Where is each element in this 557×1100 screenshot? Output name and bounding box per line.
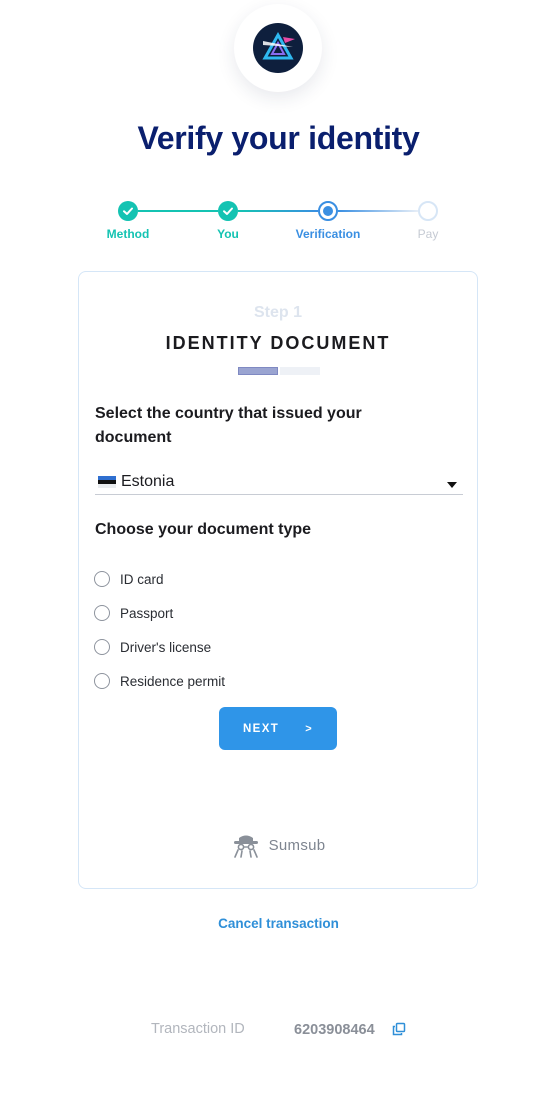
card-heading: IDENTITY DOCUMENT bbox=[165, 333, 391, 353]
radio-button[interactable] bbox=[94, 605, 110, 621]
next-arrow-icon: > bbox=[305, 722, 314, 735]
step-method-check-icon bbox=[118, 201, 138, 221]
document-type-question: Choose your document type bbox=[95, 521, 312, 538]
sumsub-logo-icon bbox=[233, 835, 258, 858]
country-select-value: Estonia bbox=[121, 473, 175, 490]
step-label-you: You bbox=[217, 227, 239, 241]
chevron-down-icon[interactable] bbox=[447, 482, 457, 488]
document-type-options: ID card Passport Driver's license Reside… bbox=[94, 562, 225, 698]
step-label-method: Method bbox=[106, 227, 150, 241]
doc-type-option-passport[interactable]: Passport bbox=[94, 596, 225, 630]
progress-segment-active bbox=[238, 367, 278, 375]
cancel-transaction-link[interactable]: Cancel transaction bbox=[0, 916, 557, 931]
country-select[interactable]: Estonia bbox=[95, 470, 463, 495]
estonia-flag-icon bbox=[98, 476, 116, 488]
step-label-verification: Verification bbox=[295, 227, 361, 241]
next-button-label: NEXT bbox=[242, 722, 280, 735]
powered-by-label: Sumsub bbox=[268, 836, 326, 854]
doc-type-label: Residence permit bbox=[120, 673, 226, 689]
stepper-connector bbox=[238, 210, 318, 212]
step-you-check-icon bbox=[218, 201, 238, 221]
next-button[interactable]: NEXT > bbox=[219, 707, 337, 750]
step-pay-pending-icon bbox=[418, 201, 438, 221]
copy-icon[interactable] bbox=[392, 1022, 406, 1036]
transaction-id-label: Transaction ID bbox=[151, 1021, 245, 1037]
doc-type-label: Driver's license bbox=[120, 639, 212, 655]
stepper-connector bbox=[138, 210, 218, 212]
brand-logo-icon bbox=[253, 23, 303, 73]
radio-button[interactable] bbox=[94, 639, 110, 655]
brand-logo bbox=[234, 4, 322, 92]
doc-type-option-residence-permit[interactable]: Residence permit bbox=[94, 664, 225, 698]
radio-button[interactable] bbox=[94, 571, 110, 587]
transaction-id-value: 6203908464 bbox=[294, 1022, 375, 1038]
doc-type-option-id-card[interactable]: ID card bbox=[94, 562, 225, 596]
doc-type-label: Passport bbox=[120, 605, 174, 621]
stepper-connector bbox=[338, 210, 418, 212]
identity-document-card: Step 1 IDENTITY DOCUMENT Select the coun… bbox=[78, 271, 478, 889]
page-title: Verify your identity bbox=[137, 120, 420, 156]
step-label-pay: Pay bbox=[417, 227, 439, 241]
doc-type-label: ID card bbox=[120, 571, 164, 587]
step-number: Step 1 bbox=[253, 304, 302, 321]
step-progress-bar bbox=[238, 367, 320, 375]
progress-segment-inactive bbox=[280, 367, 320, 375]
doc-type-option-drivers-license[interactable]: Driver's license bbox=[94, 630, 225, 664]
progress-stepper: Method You Verification Pay bbox=[0, 198, 557, 248]
country-question: Select the country that issued your docu… bbox=[95, 405, 362, 446]
powered-by-sumsub: Sumsub bbox=[79, 832, 477, 858]
radio-button[interactable] bbox=[94, 673, 110, 689]
step-verification-current-icon bbox=[318, 201, 338, 221]
